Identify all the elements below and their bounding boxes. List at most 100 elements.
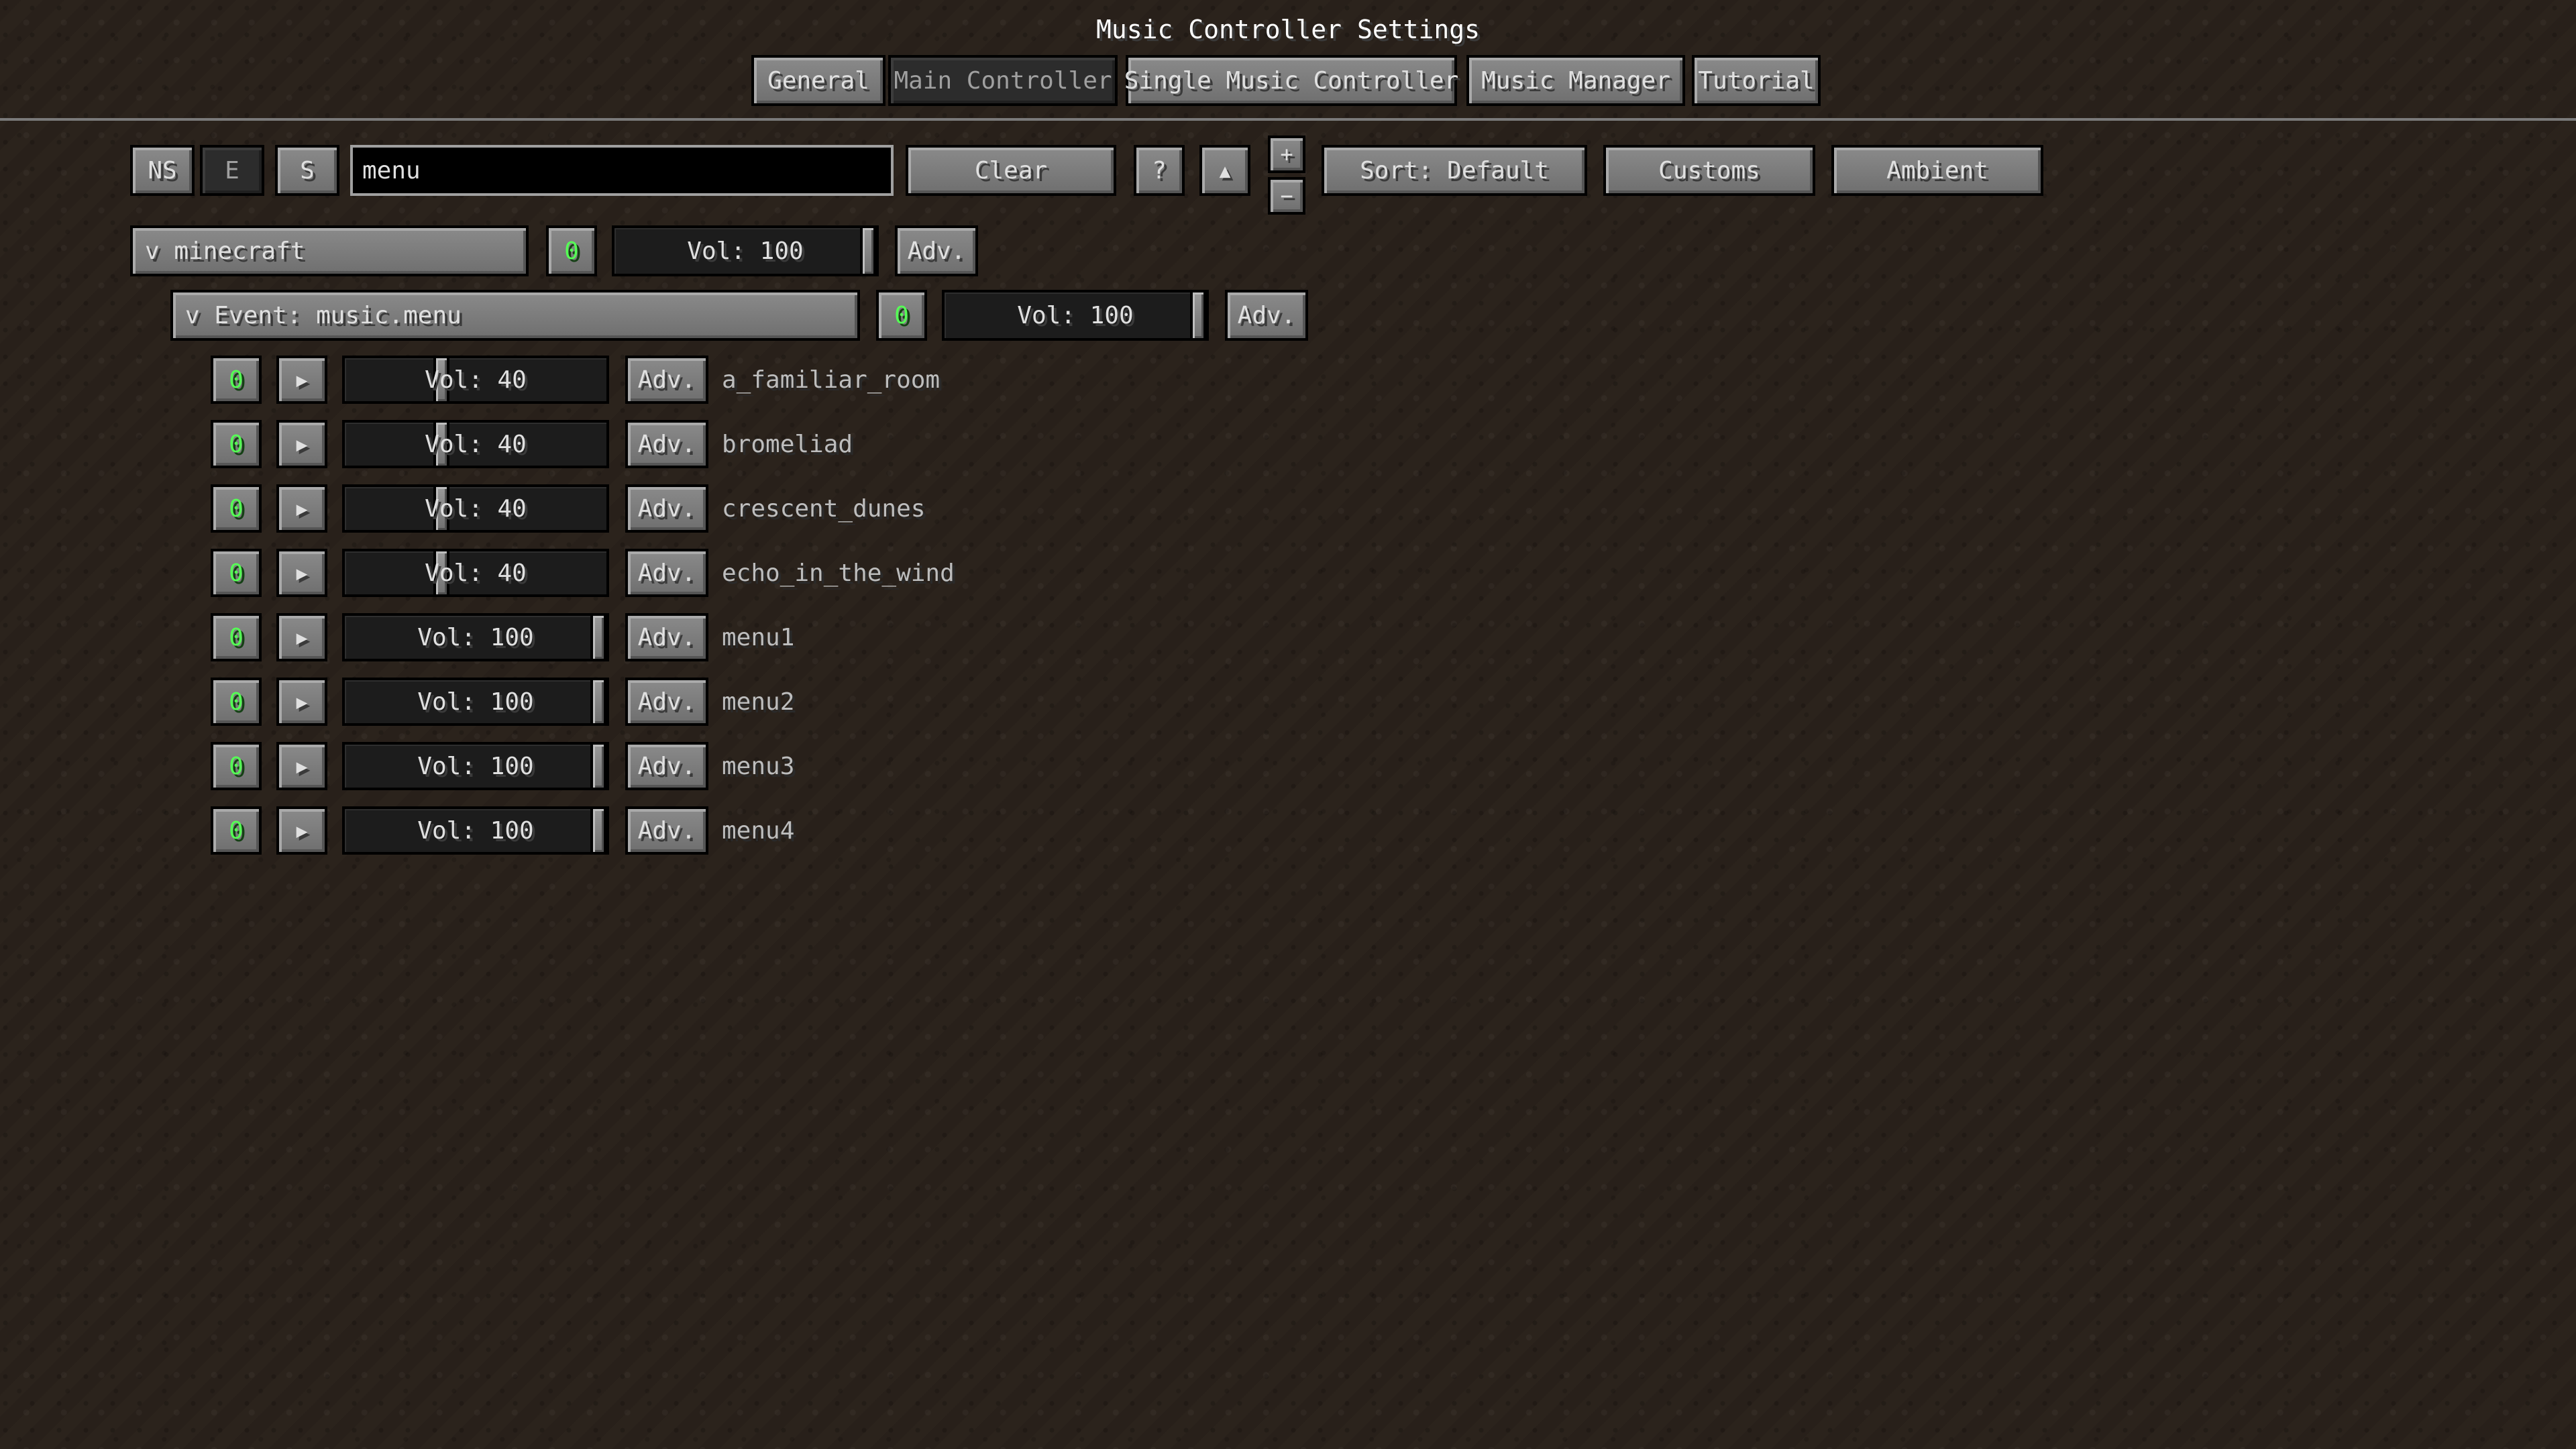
- tab-general[interactable]: General: [751, 55, 885, 106]
- track-adv-button[interactable]: Adv.: [625, 678, 708, 726]
- track-volume-label: Vol: 40: [425, 366, 527, 394]
- track-name: menu3: [722, 752, 795, 780]
- event-count-button[interactable]: 0: [876, 290, 927, 341]
- track-count-button[interactable]: 0: [211, 484, 262, 533]
- slider-knob[interactable]: [590, 742, 606, 790]
- track-count: 0: [229, 430, 244, 458]
- play-icon: ▶: [296, 690, 308, 713]
- track-count: 0: [229, 559, 244, 587]
- track-volume-label: Vol: 40: [425, 494, 527, 523]
- track-volume-label: Vol: 100: [417, 688, 534, 716]
- track-volume-label: Vol: 40: [425, 430, 527, 458]
- slider-knob[interactable]: [1190, 290, 1206, 341]
- track-volume-slider[interactable]: Vol: 40: [342, 420, 609, 468]
- plus-button[interactable]: +: [1268, 136, 1305, 173]
- e-button[interactable]: E: [200, 145, 264, 196]
- play-icon: ▶: [296, 433, 308, 455]
- ns-button[interactable]: NS: [130, 145, 195, 196]
- track-count-button[interactable]: 0: [211, 678, 262, 726]
- track-name: a_familiar_room: [722, 366, 941, 394]
- play-button[interactable]: ▶: [276, 613, 327, 661]
- tab-single-music-controller[interactable]: Single Music Controller: [1124, 55, 1458, 106]
- track-count: 0: [229, 816, 244, 845]
- track-count-button[interactable]: 0: [211, 420, 262, 468]
- track-adv-button[interactable]: Adv.: [625, 356, 708, 404]
- event-volume-slider[interactable]: Vol: 100: [942, 290, 1209, 341]
- header-divider: [0, 118, 2576, 121]
- customs-button[interactable]: Customs: [1603, 145, 1815, 196]
- play-button[interactable]: ▶: [276, 420, 327, 468]
- help-button[interactable]: ?: [1134, 145, 1185, 196]
- sort-button[interactable]: Sort: Default: [1322, 145, 1587, 196]
- play-button[interactable]: ▶: [276, 678, 327, 726]
- play-icon: ▶: [296, 497, 308, 520]
- track-count-button[interactable]: 0: [211, 806, 262, 855]
- track-adv-button[interactable]: Adv.: [625, 613, 708, 661]
- track-count: 0: [229, 623, 244, 651]
- track-volume-slider[interactable]: Vol: 100: [342, 678, 609, 726]
- track-count-button[interactable]: 0: [211, 613, 262, 661]
- slider-knob[interactable]: [590, 613, 606, 661]
- track-adv-button[interactable]: Adv.: [625, 484, 708, 533]
- track-name: crescent_dunes: [722, 494, 926, 523]
- tab-music-manager[interactable]: Music Manager: [1466, 55, 1685, 106]
- event-adv-button[interactable]: Adv.: [1225, 290, 1308, 341]
- track-name: menu2: [722, 688, 795, 716]
- track-adv-button[interactable]: Adv.: [625, 806, 708, 855]
- track-volume-slider[interactable]: Vol: 100: [342, 806, 609, 855]
- track-count: 0: [229, 494, 244, 523]
- track-volume-label: Vol: 100: [417, 816, 534, 845]
- track-volume-slider[interactable]: Vol: 100: [342, 613, 609, 661]
- track-name: menu1: [722, 623, 795, 651]
- track-name: echo_in_the_wind: [722, 559, 955, 587]
- track-volume-slider[interactable]: Vol: 40: [342, 484, 609, 533]
- play-button[interactable]: ▶: [276, 484, 327, 533]
- play-icon: ▶: [296, 368, 308, 391]
- ambient-button[interactable]: Ambient: [1831, 145, 2043, 196]
- track-count: 0: [229, 752, 244, 780]
- play-icon: ▶: [296, 626, 308, 649]
- group-count: 0: [564, 237, 579, 265]
- clear-button[interactable]: Clear: [906, 145, 1116, 196]
- track-adv-button[interactable]: Adv.: [625, 549, 708, 597]
- track-count-button[interactable]: 0: [211, 742, 262, 790]
- track-count: 0: [229, 688, 244, 716]
- event-music-menu-toggle[interactable]: v Event: music.menu: [170, 290, 860, 341]
- event-volume-label: Vol: 100: [1017, 301, 1134, 329]
- track-volume-label: Vol: 40: [425, 559, 527, 587]
- s-button[interactable]: S: [275, 145, 339, 196]
- group-volume-slider[interactable]: Vol: 100: [612, 225, 879, 276]
- page-title: Music Controller Settings: [1096, 15, 1480, 44]
- track-count-button[interactable]: 0: [211, 549, 262, 597]
- play-icon: ▶: [296, 819, 308, 842]
- track-name: menu4: [722, 816, 795, 845]
- track-volume-label: Vol: 100: [417, 752, 534, 780]
- track-adv-button[interactable]: Adv.: [625, 742, 708, 790]
- scroll-up-button[interactable]: ▲: [1199, 145, 1250, 196]
- tab-tutorial[interactable]: Tutorial: [1692, 55, 1821, 106]
- track-name: bromeliad: [722, 430, 853, 458]
- track-volume-slider[interactable]: Vol: 40: [342, 549, 609, 597]
- group-adv-button[interactable]: Adv.: [895, 225, 978, 276]
- track-volume-label: Vol: 100: [417, 623, 534, 651]
- play-icon: ▶: [296, 561, 308, 584]
- track-adv-button[interactable]: Adv.: [625, 420, 708, 468]
- track-volume-slider[interactable]: Vol: 40: [342, 356, 609, 404]
- play-button[interactable]: ▶: [276, 549, 327, 597]
- slider-knob[interactable]: [590, 678, 606, 726]
- slider-knob[interactable]: [860, 225, 876, 276]
- play-button[interactable]: ▶: [276, 806, 327, 855]
- play-button[interactable]: ▶: [276, 356, 327, 404]
- minus-button[interactable]: −: [1268, 177, 1305, 215]
- track-count: 0: [229, 366, 244, 394]
- track-count-button[interactable]: 0: [211, 356, 262, 404]
- tab-main-controller[interactable]: Main Controller: [888, 55, 1118, 106]
- group-count-button[interactable]: 0: [546, 225, 597, 276]
- slider-knob[interactable]: [590, 806, 606, 855]
- play-button[interactable]: ▶: [276, 742, 327, 790]
- track-volume-slider[interactable]: Vol: 100: [342, 742, 609, 790]
- group-volume-label: Vol: 100: [687, 237, 804, 265]
- play-icon: ▶: [296, 755, 308, 777]
- search-input[interactable]: menu: [350, 145, 894, 196]
- group-minecraft-toggle[interactable]: v minecraft: [130, 225, 529, 276]
